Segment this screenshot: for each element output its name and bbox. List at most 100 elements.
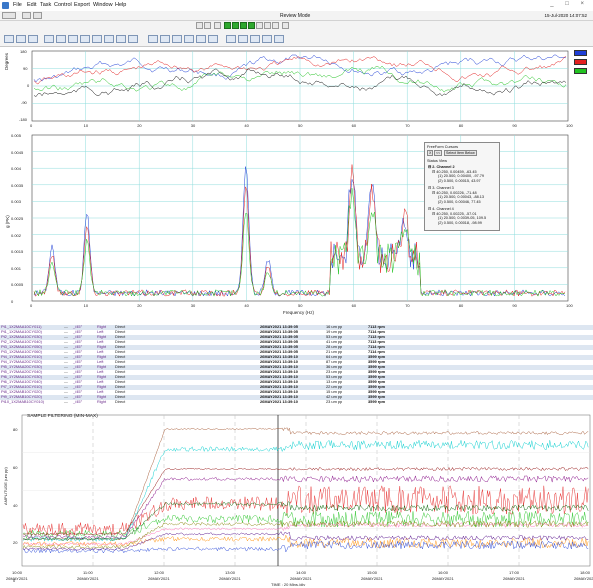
trend-xtick-date: 26MAY2021 [148, 576, 170, 581]
app-icon [2, 2, 9, 9]
spectrum-xtick: 20 [137, 303, 142, 308]
freeform-cursors-panel[interactable]: FreeForm Cursors X << Select Item Below … [424, 142, 500, 231]
split-icon[interactable] [250, 35, 260, 43]
peak-icon[interactable] [80, 35, 90, 43]
next-page-icon[interactable] [282, 22, 289, 29]
prev-cursor-button[interactable]: << [434, 150, 443, 156]
log-icon[interactable] [208, 35, 218, 43]
phase-xtick: 100 [566, 123, 573, 128]
view-dropdown-button[interactable] [2, 12, 16, 19]
cursor-icon[interactable] [44, 35, 54, 43]
menu-edit[interactable]: Edit [27, 2, 36, 8]
spectrum-xtick: 60 [351, 303, 357, 308]
cell-ts: 26MAY2021 13:39:10 [260, 399, 298, 404]
phase-ytick: 0 [27, 83, 30, 88]
page-button-1[interactable] [224, 22, 231, 29]
stack-icon[interactable] [238, 35, 248, 43]
spectrum-xtick: 50 [298, 303, 303, 308]
grid-icon[interactable] [196, 22, 203, 29]
cursor-tree-item[interactable]: (1) 20.500, 0.00400, -97.79 [438, 174, 484, 178]
page-button-6[interactable] [264, 22, 271, 29]
mode-label: Review Mode [280, 13, 311, 19]
trend-ytick: 20 [13, 540, 18, 546]
mode-toolbar: Review Mode 15-Jul-2020 14:07:52 [0, 11, 593, 21]
window-controls[interactable]: _ □ × [550, 1, 589, 7]
spectrum-ytick: 0.004 [11, 166, 22, 172]
page-button-5[interactable] [256, 22, 263, 29]
autoscale-icon[interactable] [196, 35, 206, 43]
spectrum-ytick: 0.001 [11, 265, 22, 271]
trend-xtick-time: 16:00 [438, 570, 449, 575]
row-dash: — [64, 399, 68, 404]
prev-page-icon[interactable] [214, 22, 221, 29]
pan-icon[interactable] [28, 35, 38, 43]
datetime-label: 15-Jul-2020 14:07:52 [544, 13, 587, 18]
trend-xtick-date: 26MAY2021 [290, 576, 312, 581]
overlay-icon[interactable] [226, 35, 236, 43]
spectrum-xtick: 80 [458, 303, 464, 308]
page-button-7[interactable] [272, 22, 279, 29]
trend-ytick: 40 [13, 502, 18, 508]
legend-channel-2-swatch[interactable] [574, 50, 587, 56]
menu-file[interactable]: File [13, 2, 22, 8]
scale-icon[interactable] [184, 35, 194, 43]
phase-xtick: 50 [298, 123, 303, 128]
harmonic-icon[interactable] [56, 35, 66, 43]
legend-channel-3-swatch[interactable] [574, 59, 587, 65]
legend-channel-4-swatch[interactable] [574, 68, 587, 74]
print-icon[interactable] [148, 35, 158, 43]
trend-xtick-time: 12:00 [154, 570, 165, 575]
copy-icon[interactable] [160, 35, 170, 43]
trend-x-axis-label: TIME : 20 Mins./div [271, 582, 306, 587]
page-button-3[interactable] [240, 22, 247, 29]
menu-control[interactable]: Control [54, 2, 72, 8]
menu-task[interactable]: Task [40, 2, 51, 8]
spectrum-ytick: 0.0035 [11, 182, 24, 188]
spectrum-x-axis-label: Frequency (Hz) [283, 310, 315, 315]
trend-plot-svg[interactable] [0, 409, 593, 588]
window-icon[interactable] [33, 12, 42, 19]
cursor-tree-item[interactable]: (2) 0.500, 0.00046, 77.45 [438, 200, 481, 204]
trend-plot-panel [0, 409, 593, 588]
menu-export[interactable]: Export [74, 2, 90, 8]
spectrum-y-axis-label: g (PK) [5, 215, 10, 228]
orbit-icon[interactable] [128, 35, 138, 43]
refresh-icon[interactable] [274, 35, 284, 43]
trend-xtick-date: 26MAY2021 [574, 576, 593, 581]
trend-icon[interactable] [104, 35, 114, 43]
spectrum-ytick: 0.002 [11, 232, 22, 238]
sideband-icon[interactable] [68, 35, 78, 43]
cursor-tree-item[interactable]: (2) 0.500, 0.00018, -98.99 [438, 221, 482, 225]
channel-table: — Pt1_1X2MAA10CY011) _/45° Right Direct 26MAY… [0, 324, 593, 409]
page-button-4[interactable] [248, 22, 255, 29]
menu-help[interactable]: Help [115, 2, 126, 8]
zoom-in-icon[interactable] [4, 35, 14, 43]
waterfall-icon[interactable] [116, 35, 126, 43]
phase-xtick: 0 [30, 123, 33, 128]
settings-icon[interactable] [262, 35, 272, 43]
page-button-2[interactable] [232, 22, 239, 29]
menu-window[interactable]: Window [93, 2, 113, 8]
trend-xtick-date: 26MAY2021 [77, 576, 99, 581]
table-row[interactable]: — Pt10_1X2MAB10CY010) _/45° Right Direct 26MA… [0, 399, 593, 405]
close-cursor-button[interactable]: X [427, 150, 434, 156]
select-item-below-button[interactable]: Select Item Below [444, 150, 477, 156]
export-icon[interactable] [172, 35, 182, 43]
cursor-tree-item[interactable]: (2) 0.500, 0.00015, 43.97 [438, 179, 481, 183]
zoom-out-icon[interactable] [16, 35, 26, 43]
spectrum-xtick: 40 [244, 303, 249, 308]
phase-plot-svg[interactable] [0, 47, 573, 133]
menu-bar: File Edit Task Control Export Window Hel… [0, 0, 593, 11]
trend-y-axis-label: AMPLITUDE (um pp) [3, 467, 8, 505]
cursor-tree-item[interactable]: (1) 20.500, 0.00043, -88.13 [438, 195, 484, 199]
band-icon[interactable] [92, 35, 102, 43]
phase-xtick: 60 [351, 123, 357, 128]
cursor-tree-item[interactable]: (1) 20.500, 0.0039-05, 109.5 [438, 216, 486, 220]
trend-xtick-time: 14:00 [296, 570, 307, 575]
phase-ytick: -180 [19, 117, 28, 122]
spectrum-xtick: 10 [83, 303, 89, 308]
spectrum-xtick: 70 [405, 303, 410, 308]
list-icon[interactable] [204, 22, 211, 29]
open-icon[interactable] [22, 12, 31, 19]
cell-rpm: 3599 rpm [368, 399, 386, 404]
